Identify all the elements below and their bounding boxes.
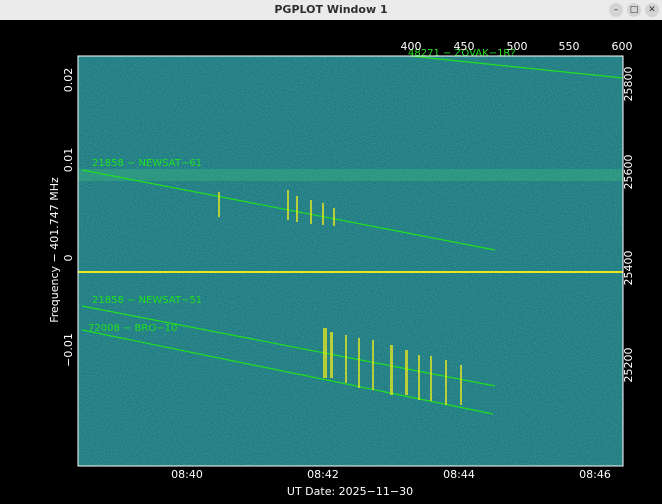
bottom-axis: 08:40 08:42 08:44 08:46 bbox=[171, 468, 611, 481]
streak bbox=[310, 200, 312, 224]
top-tick-label: 600 bbox=[612, 40, 633, 53]
streak bbox=[333, 208, 335, 226]
streak bbox=[418, 355, 420, 400]
streak bbox=[445, 360, 447, 405]
noise-band bbox=[78, 169, 623, 181]
streak bbox=[296, 196, 298, 222]
streak bbox=[218, 192, 220, 217]
bottom-tick-label: 08:46 bbox=[579, 468, 611, 481]
minimize-button[interactable]: – bbox=[609, 3, 623, 17]
streak bbox=[390, 345, 393, 395]
window-title: PGPLOT Window 1 bbox=[0, 3, 662, 16]
plot-canvas: 48271 − ZOVAK−1R? 21858 − NEWSAT−61 2185… bbox=[0, 20, 662, 500]
top-tick-label: 450 bbox=[454, 40, 475, 53]
left-tick-label: 0.01 bbox=[62, 148, 75, 173]
right-tick-label: 25400 bbox=[622, 251, 635, 286]
bottom-tick-label: 08:42 bbox=[307, 468, 339, 481]
left-axis: 0.02 0.01 0 −0.01 bbox=[62, 68, 75, 367]
x-axis-title: UT Date: 2025−11−30 bbox=[287, 485, 413, 498]
right-tick-label: 25200 bbox=[622, 348, 635, 383]
close-button[interactable]: ✕ bbox=[645, 3, 659, 17]
streak bbox=[372, 340, 374, 390]
bottom-tick-label: 08:40 bbox=[171, 468, 203, 481]
label-newsat-51: 21858 − NEWSAT−51 bbox=[92, 295, 202, 306]
window-titlebar: PGPLOT Window 1 – □ ✕ bbox=[0, 0, 662, 21]
streak bbox=[330, 332, 333, 378]
label-newsat-61: 21858 − NEWSAT−61 bbox=[92, 158, 202, 169]
right-axis: 25800 25600 25400 25200 bbox=[622, 67, 635, 383]
y-axis-title: Frequency − 401.747 MHz bbox=[48, 177, 61, 323]
streak bbox=[345, 335, 347, 383]
maximize-button[interactable]: □ bbox=[627, 3, 641, 17]
streak bbox=[322, 203, 324, 225]
streak bbox=[323, 328, 327, 378]
top-tick-label: 400 bbox=[401, 40, 422, 53]
right-tick-label: 25600 bbox=[622, 155, 635, 190]
spectrogram-svg: 48271 − ZOVAK−1R? 21858 − NEWSAT−61 2185… bbox=[0, 20, 662, 500]
top-tick-label: 500 bbox=[507, 40, 528, 53]
streak bbox=[405, 350, 408, 395]
plot-area: 48271 − ZOVAK−1R? 21858 − NEWSAT−61 2185… bbox=[78, 48, 623, 466]
left-tick-label: −0.01 bbox=[62, 333, 75, 367]
spectrogram-noise bbox=[78, 56, 623, 466]
left-tick-label: 0 bbox=[62, 255, 75, 262]
right-tick-label: 25800 bbox=[622, 67, 635, 102]
streak bbox=[358, 338, 360, 388]
label-bro-10: 72008 − BRO−10 bbox=[88, 323, 177, 334]
streak bbox=[460, 365, 462, 405]
streak bbox=[287, 190, 289, 220]
streak bbox=[430, 356, 432, 401]
top-tick-label: 550 bbox=[559, 40, 580, 53]
left-tick-label: 0.02 bbox=[62, 68, 75, 93]
bottom-tick-label: 08:44 bbox=[443, 468, 475, 481]
